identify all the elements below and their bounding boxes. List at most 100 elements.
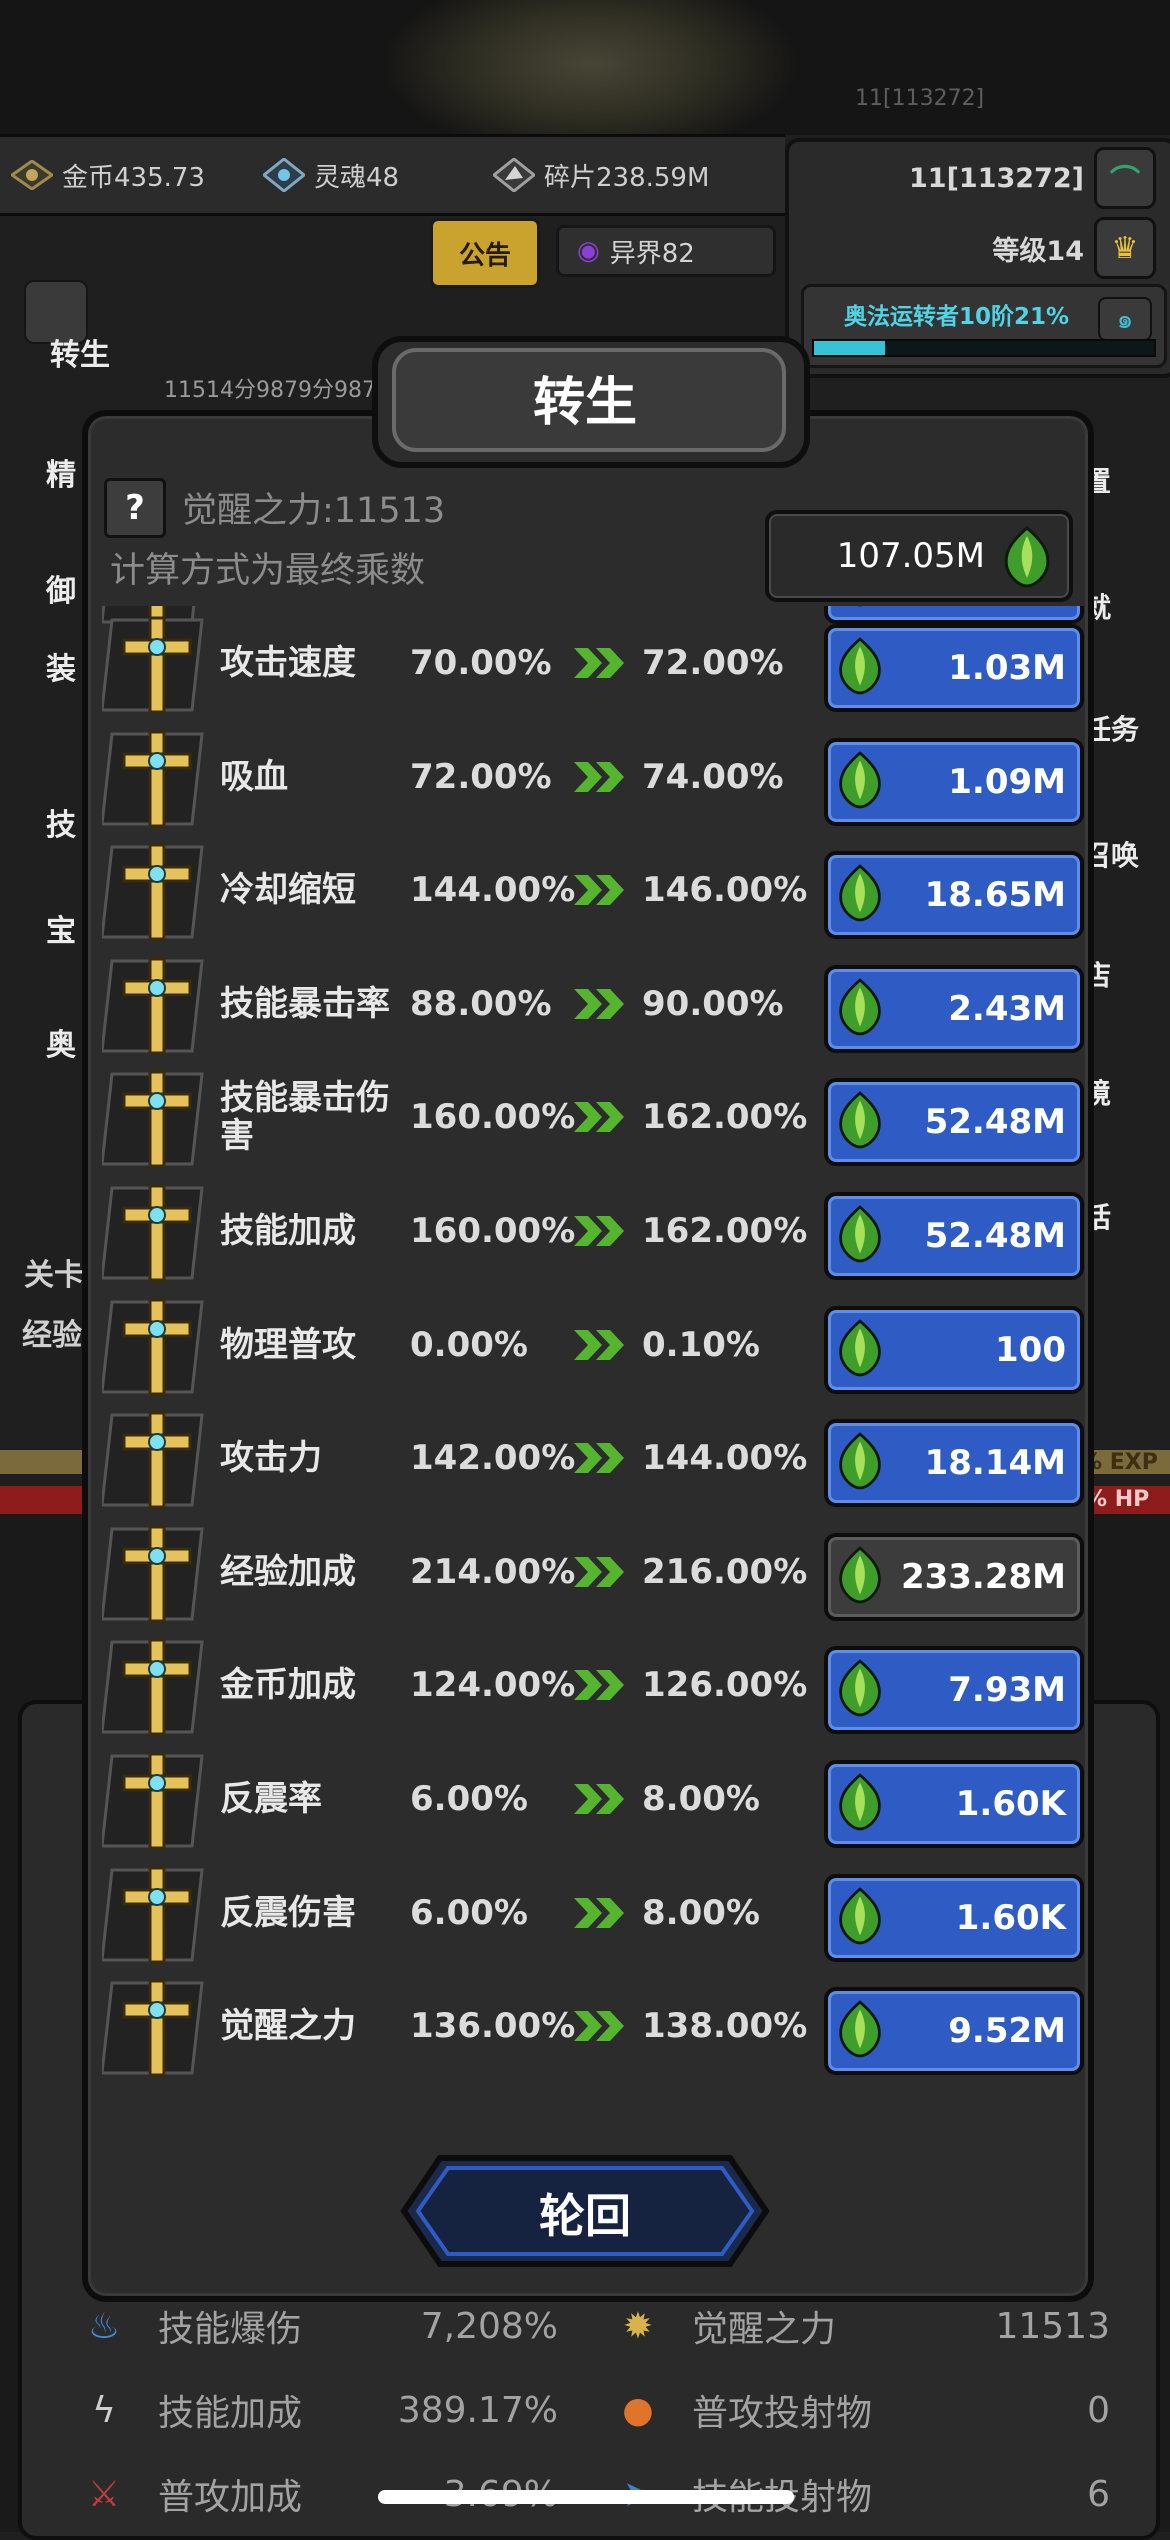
green-gem-icon [834, 1202, 886, 1270]
upgrade-button[interactable]: 18.14M [824, 1419, 1084, 1508]
upgrade-name: 攻击速度 [220, 643, 356, 683]
class-progress-label: 奥法运转者10阶21% [844, 304, 1070, 330]
player-panel[interactable]: 11[113272] ⌒ 等级14 ♛ 奥法运转者10阶21% ๑ [785, 138, 1170, 378]
gold-label: 金币435.73 [62, 162, 205, 193]
upgrade-button[interactable]: 1.03M [824, 624, 1084, 712]
green-gem-icon [834, 1884, 886, 1952]
double-arrow-icon [572, 1668, 628, 1706]
double-arrow-icon [572, 1782, 628, 1820]
next-value: 138.00% [642, 2006, 808, 2047]
upgrade-button[interactable]: 1.60K [824, 1873, 1084, 1962]
upgrade-row: 金币加成 124.00% 126.00% 7.93M [96, 1628, 1086, 1742]
current-value: 144.00% [410, 870, 576, 911]
upgrade-row: 吸血 72.00% 74.00% 1.09M [96, 720, 1086, 834]
upgrade-price: 7.93M [948, 1670, 1066, 1711]
upgrade-name: 技能加成 [220, 1211, 356, 1251]
stat-label: 觉醒之力 [692, 2309, 837, 2350]
otherworld-label: 异界82 [609, 238, 695, 269]
double-arrow-icon [572, 646, 628, 684]
leaf-icon: ⌒ [1094, 147, 1156, 209]
stat-skill-crit-damage: ♨ 技能爆伤 7,208% [78, 2296, 558, 2356]
upgrade-price: 52.48M [924, 1216, 1066, 1256]
upgrade-name: 金币加成 [220, 1665, 356, 1706]
double-arrow-icon [572, 1441, 628, 1479]
cross-icon [100, 1178, 212, 1288]
cross-icon [100, 1519, 212, 1629]
stat-skill-bonus: ϟ 技能加成 389.17% [78, 2380, 558, 2440]
upgrade-name: 攻击力 [220, 1438, 322, 1479]
upgrade-price: 9.52M [948, 2011, 1066, 2052]
upgrade-button[interactable]: 18.65M [824, 851, 1084, 940]
double-arrow-icon [572, 1328, 628, 1366]
green-gem-icon [834, 748, 886, 816]
upgrade-button[interactable]: 1.09M [824, 737, 1084, 826]
notice-button[interactable]: 公告 [430, 218, 540, 288]
current-value: 6.00% [410, 1779, 528, 1819]
stat-label: 普攻加成 [158, 2477, 303, 2518]
upgrade-button[interactable]: 52.48M [824, 1192, 1084, 1280]
current-value: 142.00% [410, 1438, 576, 1479]
upgrade-button[interactable]: 52.48M [824, 1078, 1084, 1167]
gold-resource: 金币435.73 [10, 155, 205, 195]
next-value: 126.00% [642, 1665, 808, 1706]
green-gem-icon [999, 526, 1055, 592]
otherworld-button[interactable]: ◉ 异界82 [556, 225, 776, 277]
calc-note: 计算方式为最终乘数 [110, 551, 426, 591]
upgrade-row: 经验加成 214.00% 216.00% 233.28M [96, 1515, 1086, 1629]
upgrade-name: 物理普攻 [220, 1324, 356, 1365]
class-progress[interactable]: 奥法运转者10阶21% ๑ [801, 284, 1167, 368]
modal-title: 转生 [532, 373, 637, 433]
awaken-power-label: 觉醒之力:11513 [182, 491, 446, 531]
upgrade-button[interactable]: 7.93M [824, 1646, 1084, 1735]
fireball-icon: ● [622, 2389, 654, 2431]
next-value: 8.00% [642, 1779, 760, 1819]
current-value: 70.00% [410, 643, 552, 683]
reincarnate-label[interactable]: 轮回 [400, 2180, 770, 2246]
player-id-faded: 11[113272] [855, 86, 985, 111]
upgrade-price: 2.43M [948, 988, 1066, 1029]
total-cost-box: 107.05M [765, 510, 1073, 602]
cross-icon [100, 1064, 212, 1174]
upgrade-price: 100 [995, 1329, 1066, 1370]
green-gem-icon [834, 1997, 886, 2065]
green-gem-icon [834, 1429, 886, 1497]
double-arrow-icon [572, 1896, 628, 1934]
cross-icon [100, 1860, 212, 1970]
upgrade-row: 觉醒之力 136.00% 138.00% 9.52M [96, 1969, 1086, 2083]
cross-icon [100, 1405, 212, 1515]
stat-label: 技能加成 [158, 2393, 303, 2434]
upgrade-button[interactable]: 2.43M [824, 964, 1084, 1053]
coin-icon [10, 155, 54, 195]
upgrade-price: 1.03M [948, 648, 1066, 688]
player-level: 等级14 [992, 235, 1084, 267]
current-value: 6.00% [410, 1892, 528, 1933]
upgrade-button[interactable]: 233.28M [824, 1532, 1084, 1621]
upgrade-name: 技能暴击伤害 [220, 1078, 390, 1157]
upgrade-price: 233.28M [900, 1556, 1066, 1597]
upgrade-price: 52.48M [924, 1102, 1066, 1143]
soul-label: 灵魂48 [314, 162, 400, 193]
current-value: 124.00% [410, 1665, 576, 1706]
upgrade-price: 18.65M [924, 875, 1066, 916]
flame-icon: ♨ [87, 2305, 121, 2347]
current-value: 160.00% [410, 1097, 576, 1138]
next-value: 8.00% [642, 1892, 760, 1933]
fragment-label: 碎片238.59M [544, 162, 710, 193]
upgrade-button[interactable]: 1.60K [824, 1760, 1084, 1848]
current-value: 88.00% [410, 983, 552, 1024]
upgrade-list[interactable]: 攻击速度 70.00% 72.00% 1.03M 吸血 72.00% 74.00% 1.09M… [96, 606, 1086, 2118]
upgrade-button[interactable]: 100 [824, 1305, 1084, 1394]
double-arrow-icon [572, 873, 628, 911]
help-button[interactable]: ? [104, 478, 166, 538]
upgrade-row: 反震率 6.00% 8.00% 1.60K [96, 1742, 1086, 1856]
green-gem-icon [834, 1656, 886, 1724]
upgrade-name: 技能暴击率 [220, 983, 390, 1024]
total-cost: 107.05M [836, 536, 985, 576]
sidebar-item-reincarnate[interactable]: 转生 [50, 330, 126, 374]
soul-icon [262, 155, 306, 195]
green-gem-icon [834, 861, 886, 929]
double-arrow-icon [572, 1555, 628, 1593]
green-gem-icon [834, 634, 886, 702]
upgrade-button[interactable]: 9.52M [824, 1987, 1084, 2076]
upgrade-price: 1.09M [948, 761, 1066, 802]
